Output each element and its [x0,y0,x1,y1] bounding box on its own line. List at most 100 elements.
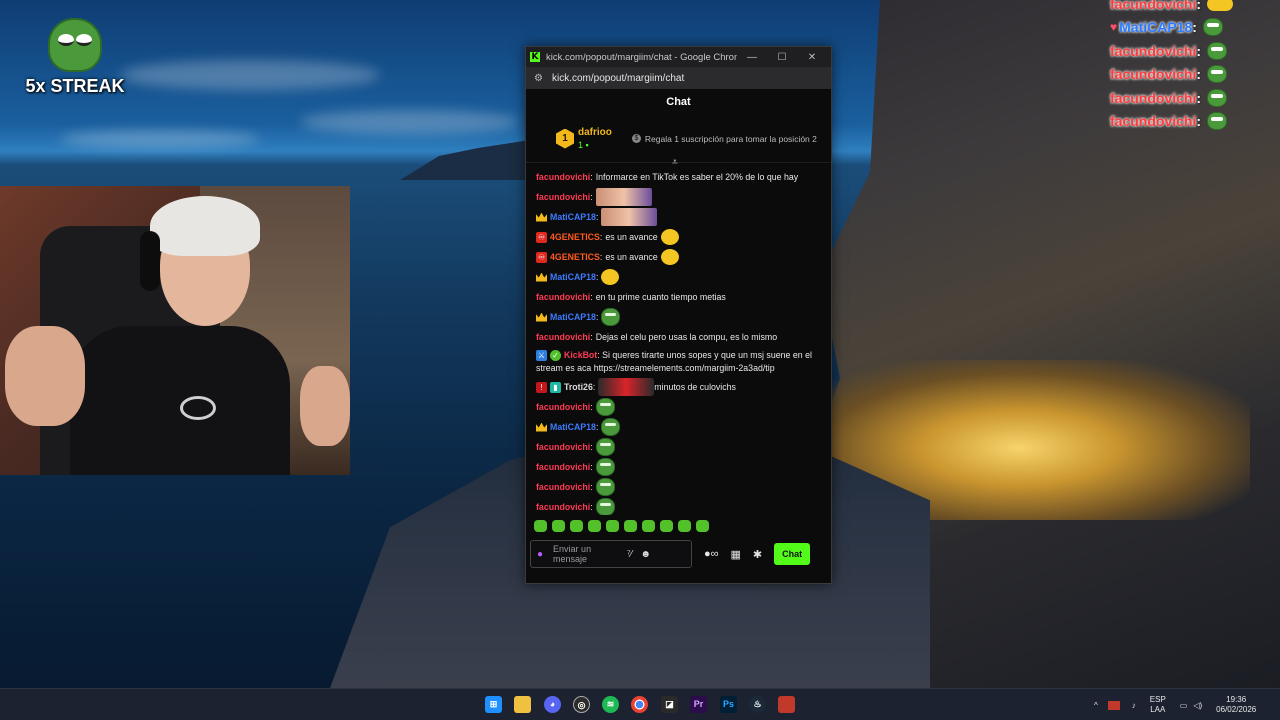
clock[interactable]: 19:36 06/02/2026 [1216,695,1256,715]
chat-message[interactable]: facundovichi: [536,397,823,417]
minimize-button[interactable]: — [737,52,767,63]
chat-username[interactable]: facundovichi [536,191,590,204]
discord-icon[interactable]: ◕ [544,696,561,713]
window-titlebar[interactable]: K kick.com/popout/margiim/chat - Google … [526,47,831,67]
address-bar[interactable]: ⚙ kick.com/popout/margiim/chat [526,67,831,89]
chat-message[interactable]: MatiCAP18: [536,267,823,287]
language-indicator[interactable]: ESP LAA [1150,695,1166,715]
streak-overlay: 5x STREAK [20,18,130,97]
chat-message[interactable]: MatiCAP18: [536,207,823,227]
pepe-emote-icon [595,478,615,496]
message-text: es un avance [605,251,658,262]
send-chat-button[interactable]: Chat [774,543,811,565]
media-app-icon[interactable] [778,696,795,713]
chat-message[interactable]: facundovichi: [536,497,823,515]
steam-icon[interactable]: ♨ [749,696,766,713]
chrome-popup-window: K kick.com/popout/margiim/chat - Google … [525,46,832,584]
coin-emote-icon [660,249,679,265]
quick-emote-icon[interactable] [624,520,637,532]
chat-header: Chat [666,96,691,108]
emote-image [601,208,658,226]
quick-emote-icon[interactable] [660,520,673,532]
chrome-icon[interactable] [631,696,648,713]
colon: : [590,171,593,182]
chat-message[interactable]: facundovichi: [536,187,823,207]
chat-message[interactable]: facundovichi: en tu prime cuanto tiempo m… [536,287,823,307]
chat-messages[interactable]: facundovichi: Informarce en TikTok es sab… [526,163,831,515]
overlay-colon: : [1196,66,1202,83]
chat-username[interactable]: facundovichi [536,501,590,514]
colon: : [599,231,603,242]
start-button-icon[interactable]: ⊞ [485,696,502,713]
pepe-emote-icon [1207,112,1228,131]
gift-info[interactable]: $ Regala 1 suscripción para tomar la pos… [631,134,817,144]
chat-username[interactable]: facundovichi [536,401,590,414]
chat-message[interactable]: facundovichi: [536,437,823,457]
chat-username[interactable]: facundovichi [536,441,590,454]
file-explorer-icon[interactable] [514,696,531,713]
chat-message[interactable]: MatiCAP18: [536,307,823,327]
quick-emote-icon[interactable] [606,520,619,532]
volume-icon[interactable]: ◁) [1193,701,1202,710]
overlay-username: facundovichi [1110,0,1197,12]
chat-username[interactable]: facundovichi [536,481,590,494]
url-text[interactable]: kick.com/popout/margiim/chat [552,73,684,84]
quick-emote-icon[interactable] [642,520,655,532]
quick-emote-icon[interactable] [678,520,691,532]
premiere-icon[interactable]: Pr [690,696,707,713]
chat-message[interactable]: facundovichi: Dejas el celu pero usas la … [536,327,823,347]
quick-emote-icon[interactable] [534,520,547,532]
microphone-icon[interactable]: ● [537,549,543,560]
chat-message[interactable]: ! ▮ Troti26: minutos de culovichs [536,377,823,397]
maximize-button[interactable]: ☐ [767,52,797,63]
chat-username[interactable]: MatiCAP18 [550,421,596,434]
chat-username[interactable]: MatiCAP18 [550,211,596,224]
system-tray: ^ ♪ ESP LAA ▭ ◁) 19:36 06/02/2026 [1094,689,1256,720]
chat-message[interactable]: MatiCAP18: [536,417,823,437]
chat-username[interactable]: facundovichi [536,291,590,304]
translate-icon[interactable]: ⁷⁄ [627,549,632,560]
quick-emote-icon[interactable] [696,520,709,532]
emoji-icon[interactable]: ☻ [640,549,651,560]
pepe-emote-icon [601,308,621,326]
chat-username[interactable]: MatiCAP18 [550,271,596,284]
chat-username[interactable]: facundovichi [536,461,590,474]
quick-emote-icon[interactable] [570,520,583,532]
chat-username[interactable]: MatiCAP18 [550,311,596,324]
quick-emote-icon[interactable] [588,520,601,532]
top-gifter-name[interactable]: dafrioo [578,127,612,138]
chat-username[interactable]: 4GENETICS [550,231,600,244]
chat-message[interactable]: facundovichi: [536,457,823,477]
settings-gear-icon[interactable]: ✱ [753,548,762,561]
chat-username[interactable]: facundovichi [536,331,590,344]
tray-overflow-icon[interactable]: ^ [1094,701,1098,710]
chat-message[interactable]: facundovichi: [536,477,823,497]
chat-username[interactable]: 4GENETICS [550,251,600,264]
chat-message[interactable]: ♾ 4GENETICS: es un avance [536,247,823,267]
spotify-icon[interactable]: ≋ [602,696,619,713]
quick-emote-icon[interactable] [552,520,565,532]
tray-app-icon[interactable] [1107,700,1120,710]
chat-username[interactable]: KickBot [564,350,597,360]
obs-icon[interactable]: ◎ [573,696,590,713]
message-placeholder: Enviar un mensaje [553,544,592,564]
capture-app-icon[interactable]: ◪ [661,696,678,713]
message-input[interactable]: ● Enviar un mensaje ⁷⁄ ☻ [530,540,692,568]
mic-tray-icon[interactable]: ♪ [1132,701,1136,710]
network-icon[interactable]: ▭ [1180,701,1188,710]
chat-message[interactable]: facundovichi: Informarce en TikTok es sab… [536,167,823,187]
chat-message[interactable]: ♾ 4GENETICS: es un avance [536,227,823,247]
chat-username[interactable]: facundovichi [536,171,590,184]
close-button[interactable]: ✕ [797,52,827,63]
gift-leaderboard[interactable]: 1 dafrioo 1 ▪ $ Regala 1 suscripción par… [526,115,831,168]
store-icon[interactable]: ▦ [731,548,741,561]
heart-icon: ♥ [1110,20,1118,35]
points-icon[interactable]: ●∞ [704,548,719,560]
photoshop-icon[interactable]: Ps [720,696,737,713]
scroll-down-icon[interactable]: ⩡ [672,157,678,168]
overlay-colon: : [1196,42,1202,59]
bot-message[interactable]: ⚔ ✓ KickBot: Si queres tirarte unos sopes … [536,347,823,377]
quick-emote-bar [526,515,831,537]
chat-username[interactable]: Troti26 [564,381,593,394]
site-settings-icon[interactable]: ⚙ [534,73,543,84]
